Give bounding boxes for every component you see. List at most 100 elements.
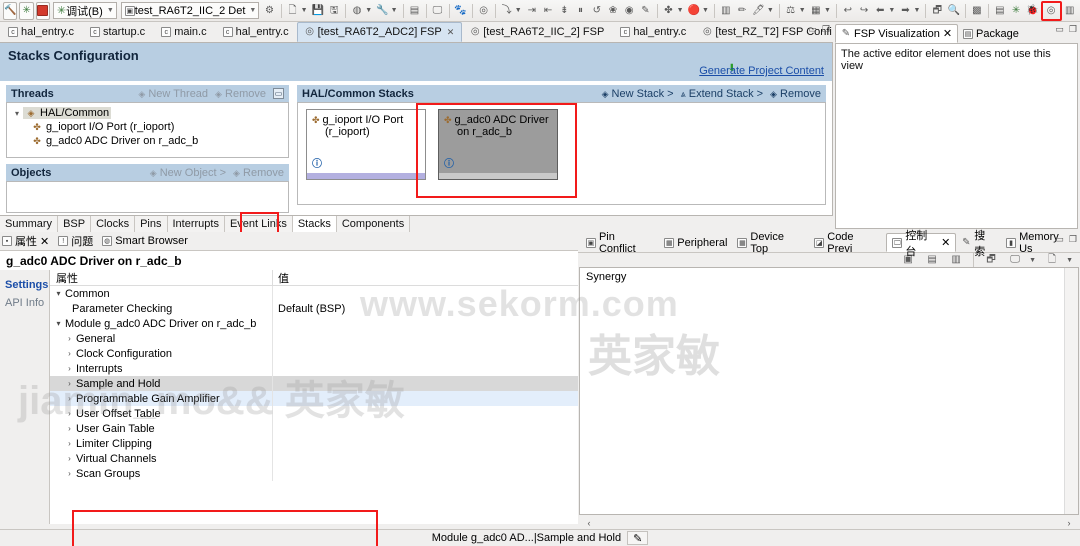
instruction-step-icon[interactable]: ❀	[606, 2, 620, 20]
chevron-down-icon[interactable]: ▼	[391, 7, 398, 14]
editor-tab-hal-entry-2[interactable]: c hal_entry.c	[215, 22, 297, 42]
editor-tab-ra6t2-adc2-fsp[interactable]: ◎ [test_RA6T2_ADC2] FSP ✕	[296, 22, 463, 42]
back-icon[interactable]: ↩	[841, 2, 855, 20]
highlight-pen-icon[interactable]: 🖊	[751, 2, 766, 20]
chevron-right-icon[interactable]: ›	[63, 469, 76, 478]
step-return-icon[interactable]: ⇤	[541, 2, 555, 20]
chevron-down-icon[interactable]: ▼	[799, 7, 806, 14]
close-icon[interactable]: ✕	[40, 235, 49, 248]
run-icon[interactable]: 🐾	[453, 2, 467, 20]
maximize-icon[interactable]: ❐	[822, 24, 830, 35]
marker-icon[interactable]: ✤	[661, 2, 675, 20]
new-stack-button[interactable]: ◈ New Stack >	[602, 88, 674, 100]
stop-icon[interactable]	[35, 1, 50, 20]
chevron-right-icon[interactable]: ›	[63, 334, 76, 343]
chevron-right-icon[interactable]: ›	[63, 409, 76, 418]
tab-smart-browser[interactable]: ◍ Smart Browser	[102, 235, 188, 247]
tab-summary[interactable]: Summary	[0, 216, 59, 232]
maximize-icon[interactable]: ❐	[1069, 24, 1077, 35]
objects-list[interactable]	[6, 181, 289, 213]
editor-tab-startup[interactable]: c startup.c	[82, 22, 153, 42]
register-icon[interactable]: ✎	[638, 2, 652, 20]
table-row[interactable]: Parameter Checking Default (BSP)	[50, 301, 578, 316]
threads-tree[interactable]: ▾ ◈ HAL/Common ✤ g_ioport I/O Port (r_iop…	[6, 102, 289, 158]
minimize-icon[interactable]: ▭	[808, 24, 817, 35]
tab-components[interactable]: Components	[336, 216, 411, 232]
new-icon[interactable]: 🗋	[285, 2, 299, 20]
search-icon[interactable]: 🔍	[946, 2, 960, 20]
chevron-down-icon[interactable]: ▼	[515, 7, 522, 14]
scroll-left-icon[interactable]: ‹	[583, 518, 595, 528]
new-window-icon[interactable]: 🗗	[930, 2, 944, 20]
stacks-canvas[interactable]: ✤ g_ioport I/O Port (r_ioport) ⓘ ✤ g_adc0 …	[297, 102, 826, 205]
chevron-down-icon[interactable]: ▼	[301, 7, 308, 14]
restart-icon[interactable]: ↺	[590, 2, 604, 20]
tab-search[interactable]: ✎ 搜索	[956, 230, 1001, 258]
bug-icon[interactable]: ✳	[19, 1, 34, 20]
save-icon[interactable]: 💾	[311, 2, 325, 20]
console-body[interactable]: Synergy ‹ ›	[579, 267, 1079, 530]
terminal-icon[interactable]: 🖵	[430, 2, 444, 20]
chevron-right-icon[interactable]: ›	[63, 379, 76, 388]
table-row[interactable]: › Scan Groups	[50, 466, 578, 481]
breakpoint-icon[interactable]: 🔴	[687, 2, 701, 20]
table-row[interactable]: › User Offset Table	[50, 406, 578, 421]
chevron-right-icon[interactable]: ›	[63, 439, 76, 448]
chevron-down-icon[interactable]: ▼	[914, 7, 921, 14]
suspend-icon[interactable]: ⏸	[573, 2, 587, 20]
tab-pins[interactable]: Pins	[135, 216, 168, 232]
tab-pin-conflict[interactable]: ▣ Pin Conflict	[581, 231, 659, 255]
table-row[interactable]: › Clock Configuration	[50, 346, 578, 361]
tab-fsp-visualization[interactable]: ✎ FSP Visualization ✕	[835, 24, 959, 43]
chevron-down-icon[interactable]: ▼	[1066, 257, 1073, 264]
console-horizontal-scrollbar[interactable]: ‹ ›	[580, 515, 1078, 530]
chevron-down-icon[interactable]: ▼	[824, 7, 831, 14]
chevron-down-icon[interactable]: ▼	[365, 7, 372, 14]
minimize-icon[interactable]: ▭	[1055, 234, 1064, 245]
prev-edit-icon[interactable]: ⬅	[873, 2, 887, 20]
debug-launch-dropdown[interactable]: ✳ 调试(B) ▼	[52, 2, 117, 19]
table-row[interactable]: › Interrupts	[50, 361, 578, 376]
properties-table[interactable]: 属性 值 ▾ Common Parameter Checking Default …	[50, 270, 578, 524]
editor-tab-hal-entry-3[interactable]: c hal_entry.c	[612, 22, 694, 42]
tab-properties[interactable]: ▪ 属性 ✕	[2, 233, 49, 249]
row-value[interactable]: Default (BSP)	[272, 301, 578, 316]
tree-item-g-adc0[interactable]: ✤ g_adc0 ADC Driver on r_adc_b	[11, 134, 284, 148]
new-thread-button[interactable]: ◈ New Thread	[138, 88, 208, 100]
chevron-down-icon[interactable]: ▾	[52, 319, 65, 328]
new-object-button[interactable]: ◈ New Object >	[150, 167, 226, 179]
chevron-right-icon[interactable]: ›	[63, 424, 76, 433]
table-row-sample-and-hold[interactable]: › Sample and Hold	[50, 376, 578, 391]
next-edit-icon[interactable]: ➡	[898, 2, 912, 20]
chevron-right-icon[interactable]: ›	[63, 454, 76, 463]
maximize-icon[interactable]: ❐	[1069, 234, 1077, 245]
tree-item-g-ioport[interactable]: ✤ g_ioport I/O Port (r_ioport)	[11, 120, 284, 134]
table-icon[interactable]: ▦	[809, 2, 823, 20]
build-icon[interactable]: 🔧	[375, 2, 389, 20]
tab-interrupts[interactable]: Interrupts	[167, 216, 225, 232]
hammer-icon[interactable]: 🔨	[3, 1, 18, 20]
table-row[interactable]: › General	[50, 331, 578, 346]
settings-gear-icon[interactable]: ◎	[477, 2, 491, 20]
launch-settings-gear-icon[interactable]: ⚙	[262, 2, 276, 20]
scroll-right-icon[interactable]: ›	[1063, 518, 1075, 528]
table-row-programmable-gain-amplifier[interactable]: › Programmable Gain Amplifier	[50, 391, 578, 406]
resume-icon[interactable]: ⇟	[557, 2, 571, 20]
profile-icon[interactable]: ▥	[719, 2, 733, 20]
editor-tab-main[interactable]: c main.c	[153, 22, 214, 42]
tree-item-hal-common[interactable]: ▾ ◈ HAL/Common	[11, 106, 284, 120]
remove-stack-button[interactable]: ◈ Remove	[770, 88, 821, 100]
tab-console[interactable]: 🖵 控制台 ✕	[886, 230, 957, 258]
table-row[interactable]: › Limiter Clipping	[50, 436, 578, 451]
step-into-icon[interactable]: ⇥	[525, 2, 539, 20]
close-icon[interactable]: ✕	[941, 236, 950, 249]
console-vertical-scrollbar[interactable]	[1064, 268, 1078, 514]
tab-device-top[interactable]: ▦ Device Top	[732, 231, 809, 255]
minimize-icon[interactable]: ▭	[1055, 24, 1064, 35]
chevron-down-icon[interactable]: ▾	[52, 289, 65, 298]
table-row[interactable]: ▾ Module g_adc0 ADC Driver on r_adc_b	[50, 316, 578, 331]
forward-icon[interactable]: ↪	[857, 2, 871, 20]
step-over-icon[interactable]: ⤵	[500, 2, 514, 20]
tab-bsp[interactable]: BSP	[58, 216, 92, 232]
save-all-icon[interactable]: 🖫	[327, 2, 341, 20]
